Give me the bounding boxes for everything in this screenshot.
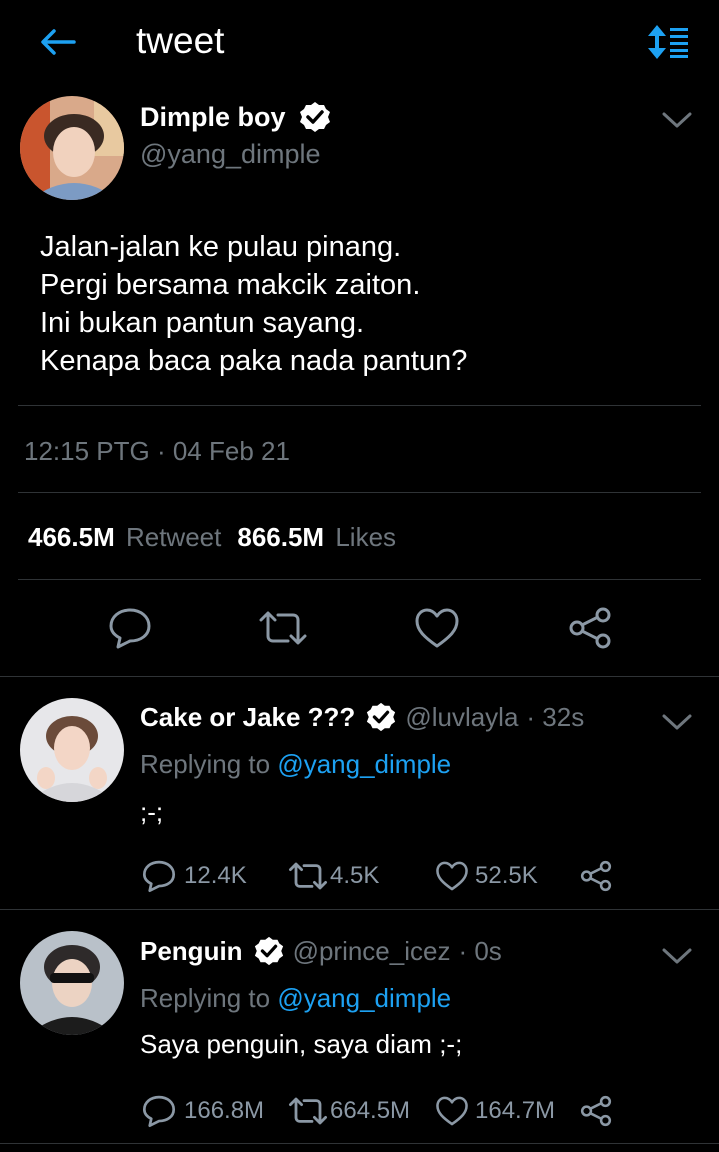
share-icon (580, 1095, 612, 1127)
divider (0, 909, 719, 910)
divider (0, 1143, 719, 1144)
replying-to-handle[interactable]: @yang_dimple (277, 983, 451, 1013)
verified-badge-icon (367, 702, 396, 732)
share-button[interactable] (580, 1095, 612, 1127)
divider (0, 676, 719, 677)
reply-menu-button[interactable] (660, 944, 694, 968)
author-name-row: Dimple boy (140, 100, 332, 134)
reply-button[interactable] (108, 606, 152, 650)
reply-time: · 0s (458, 935, 502, 966)
retweets-count: 466.5M (28, 522, 115, 552)
back-arrow-icon (41, 29, 76, 55)
retweet-count: 4.5K (330, 862, 380, 889)
tweet-text-line: Kenapa baca paka nada pantun? (40, 345, 468, 377)
share-icon (580, 860, 612, 892)
reply-button[interactable]: 166.8M (142, 1094, 264, 1128)
reply-count: 166.8M (184, 1097, 265, 1124)
divider (18, 579, 701, 580)
likes-count: 866.5M (237, 522, 325, 552)
like-icon (436, 1096, 468, 1126)
like-button[interactable]: 164.7M (435, 1095, 555, 1127)
reply-icon (142, 860, 176, 893)
avatar[interactable] (20, 96, 124, 200)
tweet-timestamp: 12:15 PTG · 04 Feb 21 (24, 436, 290, 466)
replying-to-handle[interactable]: @yang_dimple (277, 749, 451, 779)
reply-author-handle[interactable]: @prince_icez (293, 936, 451, 967)
share-button[interactable] (580, 860, 612, 892)
reply-text: ;-; (140, 797, 164, 827)
chevron-down-icon (662, 714, 692, 730)
back-button[interactable] (36, 22, 78, 62)
tweet-stats: 466.5M Retweet 866.5M Likes (28, 522, 396, 553)
reply-text: Saya penguin, saya diam ;-; (140, 1029, 463, 1059)
tweet-text-line: Jalan-jalan ke pulau pinang. (40, 231, 402, 263)
tweet-menu-button[interactable] (660, 108, 694, 132)
author-display-name[interactable]: Dimple boy (140, 102, 286, 133)
replying-to-prefix: Replying to (140, 983, 271, 1013)
share-icon (569, 607, 611, 649)
retweet-button[interactable]: 664.5M (288, 1095, 410, 1127)
retweet-icon (289, 862, 327, 890)
reply-icon (142, 1095, 176, 1128)
reply-icon (109, 608, 151, 649)
retweet-count: 664.5M (330, 1097, 411, 1124)
reply-header: Cake or Jake ??? @luvlayla · 32s (140, 701, 584, 733)
reply-author-name[interactable]: Penguin (140, 936, 243, 967)
avatar[interactable] (20, 931, 124, 1035)
divider (18, 492, 701, 493)
reply-count: 12.4K (184, 862, 247, 889)
like-count: 164.7M (475, 1097, 556, 1124)
page-title: tweet (136, 20, 225, 61)
reply-header: Penguin @prince_icez · 0s (140, 935, 502, 967)
tweet-text-line: Pergi bersama makcik zaiton. (40, 269, 421, 301)
like-icon (436, 861, 468, 891)
chevron-down-icon (662, 948, 692, 964)
replying-to: Replying to @yang_dimple (140, 749, 451, 780)
verified-badge-icon (254, 936, 283, 966)
avatar[interactable] (20, 698, 124, 802)
tweet-text: Jalan-jalan ke pulau pinang. Pergi bersa… (40, 228, 467, 380)
like-icon (415, 608, 459, 648)
sort-icon (648, 25, 688, 59)
retweet-button[interactable] (258, 608, 308, 648)
replying-to: Replying to @yang_dimple (140, 983, 451, 1014)
verified-badge-icon (299, 102, 330, 132)
tweet-text-line: Ini bukan pantun sayang. (40, 307, 365, 339)
like-button[interactable] (414, 606, 460, 650)
retweets-stat[interactable]: 466.5M Retweet (28, 522, 221, 553)
reply-menu-button[interactable] (660, 710, 694, 734)
reply-button[interactable]: 12.4K (142, 859, 247, 893)
likes-label: Likes (335, 522, 397, 552)
like-button[interactable]: 52.5K (435, 860, 538, 892)
reply-time: · 32s (526, 701, 585, 732)
reply-author-name[interactable]: Cake or Jake ??? (140, 702, 355, 733)
sort-button[interactable] (646, 22, 692, 62)
like-count: 52.5K (475, 862, 538, 889)
retweet-button[interactable]: 4.5K (288, 860, 379, 892)
likes-stat[interactable]: 866.5M Likes (237, 522, 396, 553)
retweet-icon (259, 611, 307, 645)
retweets-label: Retweet (125, 522, 222, 552)
author-handle[interactable]: @yang_dimple (140, 139, 321, 170)
chevron-down-icon (662, 112, 692, 128)
retweet-icon (289, 1097, 327, 1125)
reply-author-handle[interactable]: @luvlayla (405, 702, 518, 733)
share-button[interactable] (568, 606, 612, 650)
replying-to-prefix: Replying to (140, 749, 271, 779)
divider (18, 405, 701, 406)
